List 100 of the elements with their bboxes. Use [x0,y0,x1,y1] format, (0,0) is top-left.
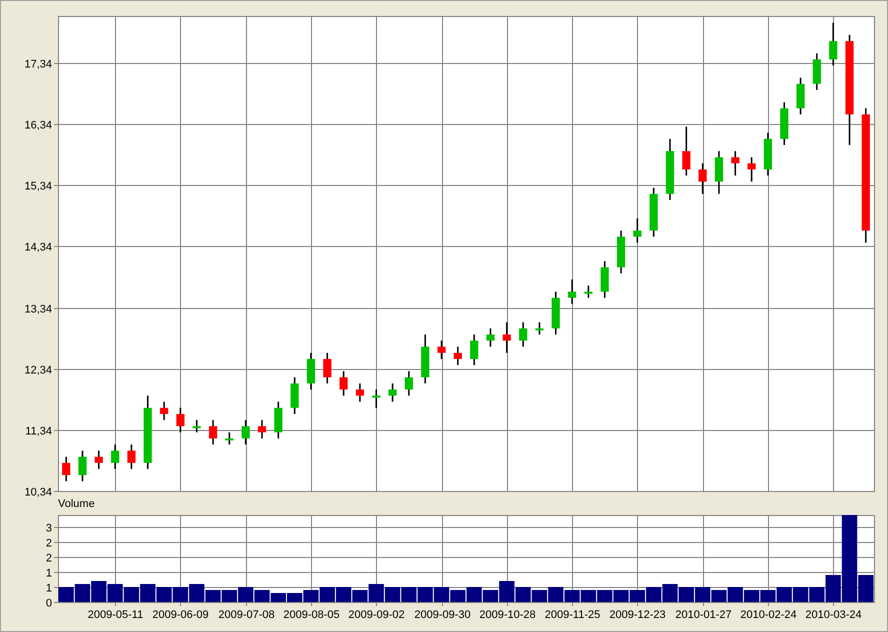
candle [242,420,250,445]
axis-label: 2 [46,552,52,564]
volume-bar [694,587,710,602]
candle [600,261,609,298]
candle [160,402,168,420]
volume-bar [172,587,188,602]
volume-bar [776,587,792,602]
volume-bar [711,590,727,602]
candle [714,151,724,194]
axis-label: 2010-01-27 [675,609,732,621]
candle [682,126,690,176]
candle [127,444,136,469]
candle [633,218,642,243]
volume-bar [760,590,776,602]
series-name: Volume [58,498,96,510]
candle [388,383,397,402]
axis-label: 2009-09-02 [348,609,405,621]
volume-bar [254,590,270,602]
candle [666,138,674,200]
volume-bar [597,590,612,602]
axis-label: 14,34 [24,242,52,254]
volume-bar [728,587,743,602]
candle [584,286,592,298]
volume-bar [646,587,662,602]
candle [486,328,495,347]
candle [274,402,282,438]
axis-label: 13,34 [24,304,52,316]
candle [78,450,87,482]
volume-bar [107,584,123,602]
volume-bar [466,587,482,602]
volume-bar [74,584,90,602]
volume-bar [515,587,531,602]
candle [552,292,560,334]
axis-label: 2010-03-24 [805,609,862,621]
candle [780,102,788,145]
candle [437,340,446,359]
volume-bar [662,584,678,602]
volume-bar [336,587,352,602]
candle [698,163,707,194]
volume-bar [678,587,694,602]
axis-label: 16,34 [24,120,52,132]
axis-label: 10,34 [24,486,52,498]
candle [616,230,626,274]
candle [306,352,316,390]
axis-label: 0 [46,598,52,610]
axis-label: 2009-07-08 [218,609,275,621]
volume-bar [580,590,596,602]
axis-label: 1 [46,582,52,594]
candle [356,383,364,402]
axis-label: 2009-12-23 [609,609,666,621]
candle [519,322,528,347]
candle [404,371,413,396]
volume-bar [303,590,319,602]
volume-bar [401,587,417,602]
volume-bar [434,587,450,602]
axis-label: 2009-05-11 [88,609,144,621]
candle [748,157,756,182]
candle [421,334,430,384]
candle [829,22,838,66]
axis-label: 11,34 [25,426,52,438]
candle [535,322,544,334]
axis-label: 15,34 [24,180,52,192]
volume-bar [384,587,400,602]
candle [258,420,266,438]
candle [176,408,184,432]
candle [372,390,380,408]
volume-bar [564,590,580,602]
volume-bar [156,587,172,602]
volume-bar [630,590,646,602]
axis-label: 17,34 [24,58,52,70]
volume-bar [532,590,548,602]
axis-label: 2 [46,538,52,550]
candle [208,420,218,445]
candle [323,352,332,384]
candle [290,377,299,414]
volume-bar [613,590,629,602]
candle [470,334,478,366]
candle [812,53,821,90]
volume-bar [222,590,238,602]
candle [454,346,462,366]
candle [111,444,120,469]
axis-label: 2009-09-30 [414,609,471,621]
volume-bar [140,584,156,602]
axis-label: 2010-02-24 [740,609,797,621]
candle [568,279,576,304]
volume-bar [124,587,140,602]
candle [650,188,658,237]
candle [192,420,201,432]
volume-bar [270,593,286,602]
volume-bar [91,581,106,602]
candle [340,371,348,396]
axis-label: 2009-11-25 [544,609,600,621]
volume-bar [418,587,433,602]
axis-label: 2009-06-09 [152,609,209,621]
volume-bar [286,593,302,602]
candle [225,432,234,445]
volume-bar [792,587,808,602]
axis-label: 1 [46,568,52,580]
candle [62,456,70,482]
volume-bar [58,587,74,602]
